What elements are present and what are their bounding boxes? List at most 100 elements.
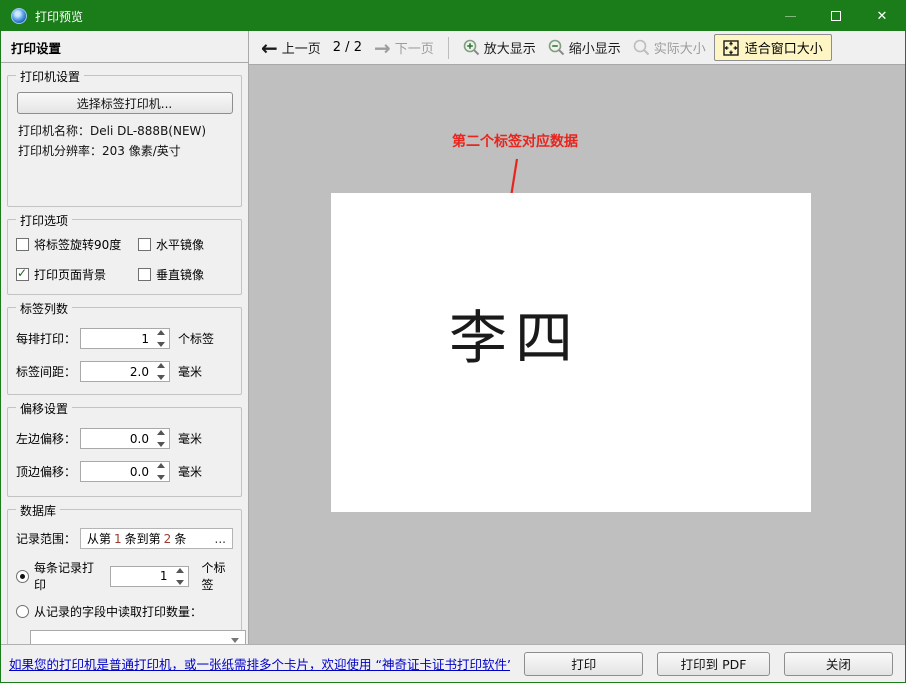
fit-window-button[interactable]: 适合窗口大小 [713,34,832,61]
printer-settings-group: 打印机设置 选择标签打印机... 打印机名称：Deli DL-888B(NEW)… [7,68,242,207]
app-icon [11,8,27,24]
actual-size-label: 实际大小 [653,42,706,57]
window-title: 打印预览 [35,9,84,24]
next-page-button[interactable]: → 下一页 [370,36,438,60]
zoom-out-label: 缩小显示 [568,42,621,57]
labels-per-row-label: 每排打印： [16,332,77,346]
print-settings-panel: 打印设置 打印机设置 选择标签打印机... 打印机名称：Deli DL-888B… [1,31,249,644]
zoom-in-label: 放大显示 [483,42,536,57]
zoom-in-icon [463,39,479,56]
group-title-database: 数据库 [16,502,61,519]
printer-name-line: 打印机名称：Deli DL-888B(NEW) [18,122,231,139]
printer-name-label: 打印机名称： [18,124,91,138]
next-page-label: 下一页 [394,42,434,57]
minimize-button[interactable] [767,1,813,31]
range-to-value: 2 [163,531,172,546]
titlebar-buttons: ✕ [767,1,905,31]
bottom-bar: 如果您的打印机是普通打印机，或一张纸需排多个卡片，欢迎使用 “神奇证卡证书打印软… [1,644,905,682]
database-group: 数据库 记录范围： 从第1条到第2条 ... 每条记录打印 个标签 [7,502,246,644]
fit-window-label: 适合窗口大小 [744,42,823,57]
zoom-out-button[interactable]: 缩小显示 [544,36,625,59]
unit-label: 毫米 [178,365,203,379]
software-suggestion-link[interactable]: 如果您的打印机是普通打印机，或一张纸需排多个卡片，欢迎使用 “神奇证卡证书打印软… [9,654,510,673]
unit-label: 个标签 [201,561,226,592]
unit-label: 个标签 [178,332,215,346]
range-text: 条 [174,532,187,546]
printer-resolution-label: 打印机分辨率： [18,144,103,158]
preview-area: 第二个标签对应数据 李四 [249,65,905,644]
group-title-printer: 打印机设置 [16,68,85,85]
label-gap-row: 标签间距： 毫米 [16,361,233,382]
checkbox-print-background[interactable]: 打印页面背景 [16,266,138,283]
left-offset-label: 左边偏移： [16,432,77,446]
checkbox-label: 打印页面背景 [34,268,107,282]
label-content-text: 李四 [449,304,582,372]
left-offset-row: 左边偏移： 毫米 [16,428,233,449]
actual-size-button[interactable]: 实际大小 [629,36,710,59]
titlebar: 打印预览 ✕ [1,1,905,31]
checkbox-rotate-90[interactable]: 将标签旋转90度 [16,236,138,253]
spinner-buttons[interactable] [155,330,167,347]
zoom-in-button[interactable]: 放大显示 [459,36,540,59]
offset-settings-group: 偏移设置 左边偏移： 毫米 顶边偏移： 毫米 [7,400,242,497]
from-field-radio-row: 从记录的字段中读取打印数量： [16,603,233,620]
print-preview-window: 打印预览 ✕ 打印设置 打印机设置 选择标签打印机... 打印机名称：Deli … [0,0,906,683]
printer-name-value: Deli DL-888B(NEW) [90,124,207,138]
range-from-value: 1 [114,531,122,546]
printer-resolution-line: 打印机分辨率：203 像素/英寸 [18,142,231,159]
arrow-left-icon: ← [261,35,278,60]
toolbar-separator [447,36,449,59]
panel-title: 打印设置 [1,31,248,63]
quantity-field-dropdown[interactable] [30,630,246,644]
maximize-icon [831,11,841,21]
label-gap-label: 标签间距： [16,365,77,379]
checkbox-icon [138,268,151,281]
checkbox-icon [16,238,29,251]
browse-records-button[interactable]: ... [215,532,226,546]
select-printer-button[interactable]: 选择标签打印机... [16,92,233,114]
annotation-text: 第二个标签对应数据 [452,134,578,150]
fit-window-icon [723,39,739,56]
record-range-row: 记录范围： 从第 1 条到第 2 条 ... [16,528,233,549]
radio-from-field-label: 从记录的字段中读取打印数量： [34,605,203,619]
range-text: 从第 [87,532,112,546]
radio-per-record-label: 每条记录打印 [34,561,95,592]
close-icon: ✕ [876,8,888,24]
minimize-icon [784,15,796,17]
label-columns-group: 标签列数 每排打印： 个标签 标签间距： 毫米 [7,300,242,395]
print-options-group: 打印选项 将标签旋转90度 水平镜像 打印页面背景 [7,212,242,295]
spinner-buttons[interactable] [155,463,167,480]
checkbox-icon [138,238,151,251]
checkbox-icon [16,266,29,281]
actual-size-icon [633,39,649,56]
labels-per-row-row: 每排打印： 个标签 [16,328,233,349]
close-dialog-button[interactable]: 关闭 [783,651,893,676]
radio-per-record[interactable] [16,569,29,583]
range-text: 条到第 [124,532,161,546]
preview-toolbar: ← 上一页 2 / 2 → 下一页 放大显示 缩小显示 实际大小 适合窗口大小 [249,31,905,65]
chevron-down-icon [231,638,239,643]
maximize-button[interactable] [813,1,859,31]
spinner-buttons[interactable] [174,567,186,585]
checkbox-horizontal-mirror[interactable]: 水平镜像 [138,236,233,253]
checkbox-label: 水平镜像 [156,238,205,252]
top-offset-label: 顶边偏移： [16,465,77,479]
group-title-offset: 偏移设置 [16,400,73,417]
print-to-pdf-button[interactable]: 打印到 PDF [657,651,770,676]
close-button[interactable]: ✕ [859,1,905,31]
per-record-radio-row: 每条记录打印 个标签 [16,559,233,593]
unit-label: 毫米 [178,465,203,479]
checkbox-label: 将标签旋转90度 [34,238,122,252]
label-preview-page: 李四 [331,193,811,512]
radio-from-field[interactable] [16,605,29,618]
record-range-field[interactable]: 从第 1 条到第 2 条 ... [80,528,233,549]
prev-page-button[interactable]: ← 上一页 [257,36,325,60]
page-indicator: 2 / 2 [332,40,362,55]
checkbox-vertical-mirror[interactable]: 垂直镜像 [138,266,233,283]
printer-resolution-value: 203 像素/英寸 [102,144,181,158]
arrow-right-icon: → [373,35,391,60]
print-button[interactable]: 打印 [524,651,644,676]
spinner-buttons[interactable] [155,363,167,380]
spinner-buttons[interactable] [155,430,167,447]
unit-label: 毫米 [178,432,203,446]
